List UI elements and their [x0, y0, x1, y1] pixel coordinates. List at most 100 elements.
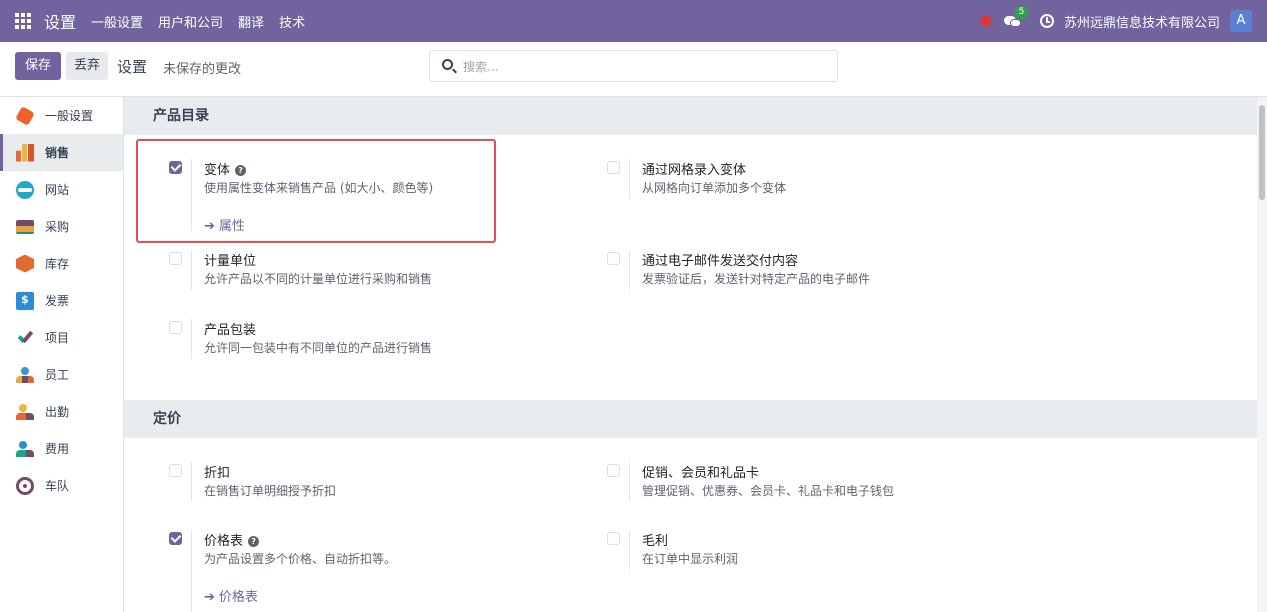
discount-title: 折扣	[204, 466, 231, 481]
setting-margins: 毛利 在订单中显示利润	[607, 530, 1007, 570]
uom-checkbox[interactable]	[169, 252, 182, 265]
email-delivery-checkbox[interactable]	[607, 252, 620, 265]
sidebar-item-label: 一般设置	[45, 109, 94, 123]
menu-general-settings[interactable]: 一般设置	[91, 12, 143, 31]
message-count-badge: 5	[1014, 6, 1028, 19]
divider	[629, 530, 630, 570]
search-input[interactable]	[463, 57, 823, 77]
scrollbar-thumb[interactable]	[1259, 105, 1265, 200]
divider	[191, 250, 192, 290]
setting-discount: 折扣 在销售订单明细授予折扣	[169, 462, 569, 502]
setting-promotions: 促销、会员和礼品卡 管理促销、优惠券、会员卡、礼品卡和电子钱包	[607, 462, 1007, 502]
pricelists-link[interactable]: ➔ 价格表	[204, 586, 258, 605]
settings-main: 产品目录 变体? 使用属性变体来销售产品 (如大小、颜色等) ➔ 属性 通过网格录…	[124, 97, 1257, 612]
messages-icon[interactable]: 5	[1003, 6, 1028, 28]
setting-uom: 计量单位 允许产品以不同的计量单位进行采购和销售	[169, 250, 569, 290]
packaging-title: 产品包装	[204, 323, 257, 338]
divider	[191, 462, 192, 502]
pricelist-title: 价格表	[204, 534, 244, 549]
grid-variants-title: 通过网格录入变体	[642, 163, 747, 178]
sidebar-item-invoicing[interactable]: 发票	[0, 282, 123, 319]
discount-description: 在销售订单明细授予折扣	[204, 484, 337, 498]
sidebar-item-attendance[interactable]: 出勤	[0, 393, 123, 430]
vertical-scrollbar[interactable]	[1257, 97, 1267, 612]
margins-description: 在订单中显示利润	[642, 552, 739, 566]
sidebar-item-label: 出勤	[45, 405, 70, 419]
sales-icon	[16, 143, 34, 162]
sidebar-item-label: 项目	[45, 331, 70, 345]
discard-button[interactable]: 丢弃	[66, 52, 109, 80]
sidebar-item-label: 网站	[45, 183, 70, 197]
sidebar-item-label: 发票	[45, 294, 70, 308]
grid-variants-checkbox[interactable]	[607, 161, 620, 174]
email-delivery-title: 通过电子邮件发送交付内容	[642, 254, 799, 269]
pricelist-checkbox[interactable]	[169, 532, 182, 545]
discount-checkbox[interactable]	[169, 464, 182, 477]
project-icon	[16, 329, 34, 347]
website-icon	[16, 180, 34, 199]
highlight-annotation	[136, 139, 496, 243]
sidebar-item-fleet[interactable]: 车队	[0, 467, 123, 504]
packaging-checkbox[interactable]	[169, 321, 182, 334]
breadcrumb-title: 设置	[117, 58, 148, 76]
attendance-icon	[16, 403, 34, 421]
save-button[interactable]: 保存	[15, 52, 62, 80]
debug-bug-icon[interactable]	[980, 16, 991, 26]
uom-title: 计量单位	[204, 254, 257, 269]
sidebar-item-purchase[interactable]: 采购	[0, 208, 123, 245]
sidebar-item-sales[interactable]: 销售	[0, 134, 123, 171]
sidebar-item-general[interactable]: 一般设置	[0, 97, 123, 134]
uom-description: 允许产品以不同的计量单位进行采购和销售	[204, 272, 433, 286]
general-settings-icon	[15, 105, 35, 126]
divider	[191, 530, 192, 612]
divider	[191, 319, 192, 359]
help-icon[interactable]: ?	[248, 536, 260, 547]
sidebar-item-label: 费用	[45, 442, 70, 456]
promotions-title: 促销、会员和礼品卡	[642, 466, 760, 481]
user-avatar[interactable]: A	[1230, 10, 1252, 32]
sidebar-item-label: 车队	[45, 479, 70, 493]
promotions-description: 管理促销、优惠券、会员卡、礼品卡和电子钱包	[642, 484, 895, 498]
menu-users-companies[interactable]: 用户和公司	[158, 12, 223, 31]
email-delivery-description: 发票验证后，发送针对特定产品的电子邮件	[642, 272, 871, 286]
inventory-icon	[16, 254, 34, 273]
menu-technical[interactable]: 技术	[279, 12, 305, 31]
setting-pricelist: 价格表? 为产品设置多个价格、自动折扣等。 ➔ 价格表	[169, 530, 569, 612]
activity-clock-icon[interactable]	[1039, 14, 1054, 28]
grid-variants-description: 从网格向订单添加多个变体	[642, 181, 787, 195]
menu-translations[interactable]: 翻译	[238, 12, 264, 31]
sidebar-item-website[interactable]: 网站	[0, 171, 123, 208]
divider	[629, 159, 630, 199]
sidebar-item-inventory[interactable]: 库存	[0, 245, 123, 282]
app-title[interactable]: 设置	[44, 9, 76, 33]
pricelist-description: 为产品设置多个价格、自动折扣等。	[204, 552, 397, 566]
sidebar-item-employees[interactable]: 员工	[0, 356, 123, 393]
search-box[interactable]	[429, 50, 838, 82]
section-header-catalog: 产品目录	[124, 97, 1257, 135]
unsaved-changes-indicator: 未保存的更改	[163, 62, 242, 77]
promotions-checkbox[interactable]	[607, 464, 620, 477]
margins-title: 毛利	[642, 534, 669, 549]
sidebar-item-label: 员工	[45, 368, 70, 382]
company-switcher[interactable]: 苏州远鼎信息技术有限公司	[1064, 12, 1220, 31]
pricelists-link-label: 价格表	[218, 590, 258, 605]
app-grid-icon[interactable]	[15, 13, 31, 29]
sidebar-item-label: 库存	[45, 257, 70, 271]
fleet-icon	[16, 476, 34, 495]
control-panel: 保存 丢弃 设置 未保存的更改	[0, 42, 1267, 97]
settings-sidebar: 一般设置 销售 网站 采购 库存 发票 项目 员工 出勤 费用 车队	[0, 97, 124, 612]
section-header-pricing: 定价	[124, 400, 1257, 438]
sidebar-item-label: 销售	[45, 146, 70, 160]
expense-icon	[16, 440, 34, 458]
search-icon	[442, 59, 453, 70]
sidebar-item-project[interactable]: 项目	[0, 319, 123, 356]
sidebar-item-expenses[interactable]: 费用	[0, 430, 123, 467]
top-navbar: 设置 一般设置 用户和公司 翻译 技术 5 苏州远鼎信息技术有限公司 A	[0, 0, 1267, 42]
purchase-icon	[16, 219, 34, 234]
margins-checkbox[interactable]	[607, 532, 620, 545]
arrow-right-icon: ➔	[204, 590, 215, 605]
divider	[629, 250, 630, 290]
invoice-icon	[16, 291, 34, 310]
setting-grid-variants: 通过网格录入变体 从网格向订单添加多个变体	[607, 159, 1007, 199]
packaging-description: 允许同一包装中有不同单位的产品进行销售	[204, 341, 433, 355]
